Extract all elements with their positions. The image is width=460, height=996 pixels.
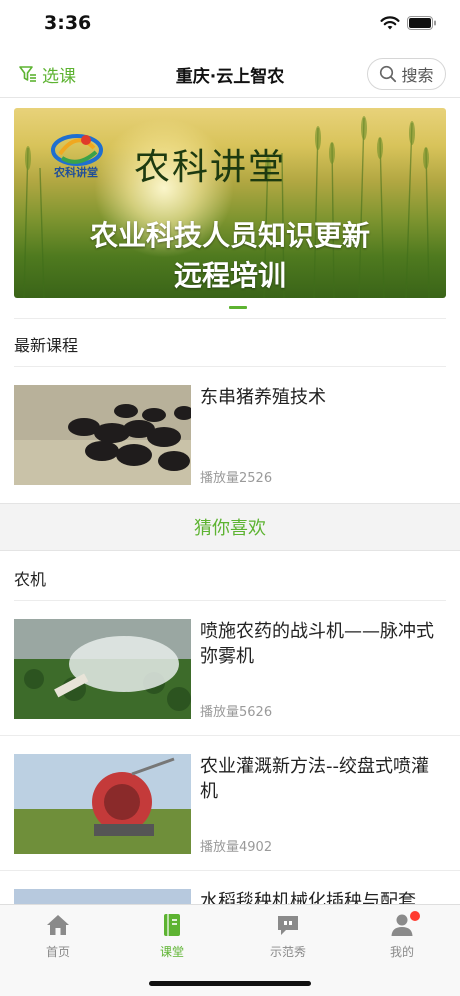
tab-showcase-label: 示范秀 bbox=[269, 945, 306, 959]
course-title: 东串猪养殖技术 bbox=[200, 387, 326, 408]
course-title: 喷施农药的战斗机——脉冲式弥雾机 bbox=[200, 621, 434, 667]
nav-bar: 选课 重庆·云上智农 搜索 bbox=[0, 50, 460, 98]
divider bbox=[14, 366, 446, 367]
status-bar: 3:36 bbox=[0, 0, 460, 50]
search-label: 搜索 bbox=[401, 66, 434, 85]
home-indicator bbox=[149, 981, 311, 986]
filter-icon bbox=[19, 66, 36, 82]
tab-mine-label: 我的 bbox=[389, 945, 414, 959]
carousel-indicator[interactable] bbox=[229, 306, 247, 309]
banner-logo-text: 农科讲堂 bbox=[54, 166, 98, 179]
course-item[interactable]: 农业灌溉新方法--绞盘式喷灌机 播放量4902 bbox=[0, 754, 460, 866]
banner-title: 农科讲堂 bbox=[134, 147, 287, 188]
course-filter-button[interactable]: 选课 bbox=[18, 62, 76, 87]
divider bbox=[0, 870, 460, 871]
course-thumbnail bbox=[14, 754, 191, 854]
tab-classroom[interactable]: 课堂 bbox=[132, 913, 212, 963]
tab-showcase[interactable]: 示范秀 bbox=[248, 913, 328, 963]
recommendation-header: 猜你喜欢 bbox=[0, 503, 460, 551]
banner-headline-line2: 远程培训 bbox=[173, 259, 286, 292]
course-thumbnail bbox=[14, 385, 191, 485]
divider bbox=[14, 600, 446, 601]
tab-home[interactable]: 首页 bbox=[18, 913, 98, 963]
promo-banner[interactable]: 农科讲堂 农科讲堂 农业科技人员知识更新 远程培训 bbox=[14, 108, 446, 298]
recommendation-label: 猜你喜欢 bbox=[194, 518, 266, 539]
search-button[interactable]: 搜索 bbox=[367, 58, 446, 90]
course-title: 农业灌溉新方法--绞盘式喷灌机 bbox=[200, 756, 429, 802]
book-icon bbox=[164, 914, 180, 936]
status-time: 3:36 bbox=[44, 12, 92, 34]
play-count: 播放量5626 bbox=[200, 705, 273, 720]
banner-headline-line1: 农业科技人员知识更新 bbox=[89, 219, 370, 252]
chat-icon bbox=[278, 916, 298, 935]
course-thumbnail bbox=[14, 619, 191, 719]
battery-icon bbox=[407, 16, 436, 30]
tab-home-label: 首页 bbox=[45, 945, 70, 959]
play-count: 播放量2526 bbox=[200, 471, 273, 486]
course-filter-label: 选课 bbox=[42, 66, 76, 87]
tab-classroom-label: 课堂 bbox=[159, 945, 184, 959]
divider bbox=[0, 735, 460, 736]
nongke-logo-icon bbox=[51, 134, 103, 166]
tab-mine[interactable]: 我的 bbox=[362, 911, 442, 963]
category-heading: 农机 bbox=[14, 570, 47, 589]
search-icon bbox=[380, 65, 397, 83]
divider bbox=[14, 318, 446, 319]
latest-courses-heading: 最新课程 bbox=[14, 336, 79, 355]
notification-badge bbox=[410, 911, 420, 921]
play-count: 播放量4902 bbox=[200, 840, 273, 855]
course-item[interactable]: 东串猪养殖技术 播放量2526 bbox=[0, 385, 460, 497]
home-icon bbox=[47, 915, 69, 935]
course-item[interactable]: 喷施农药的战斗机——脉冲式弥雾机 播放量5626 bbox=[0, 619, 460, 731]
wifi-icon bbox=[380, 16, 400, 30]
